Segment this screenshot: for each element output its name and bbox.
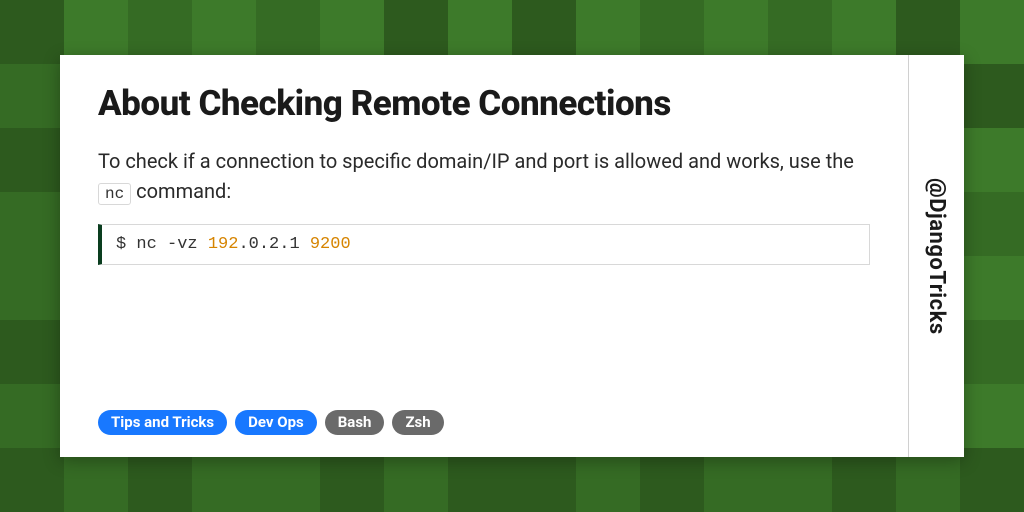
handle-text: @DjangoTricks [924, 178, 949, 335]
code-block: $ nc -vz 192.0.2.1 9200 [98, 224, 870, 265]
tag-bash[interactable]: Bash [325, 410, 385, 435]
tag-dev-ops[interactable]: Dev Ops [235, 410, 317, 435]
page-title: About Checking Remote Connections [98, 83, 870, 124]
tag-row: Tips and Tricks Dev Ops Bash Zsh [98, 410, 444, 435]
code-cmd: nc -vz [136, 235, 207, 254]
code-prompt: $ [116, 235, 136, 254]
content-card: About Checking Remote Connections To che… [60, 55, 964, 457]
side-handle-bar: @DjangoTricks [908, 55, 964, 457]
code-ip-rest: .0.2.1 [238, 235, 309, 254]
tag-tips-and-tricks[interactable]: Tips and Tricks [98, 410, 227, 435]
code-ip-first: 192 [208, 235, 239, 254]
desc-pre: To check if a connection to specific dom… [98, 149, 854, 173]
code-port: 9200 [310, 235, 351, 254]
description-text: To check if a connection to specific dom… [98, 146, 870, 206]
desc-post: command: [131, 179, 231, 203]
main-content: About Checking Remote Connections To che… [60, 55, 908, 457]
inline-code-nc: nc [98, 183, 131, 205]
tag-zsh[interactable]: Zsh [392, 410, 443, 435]
